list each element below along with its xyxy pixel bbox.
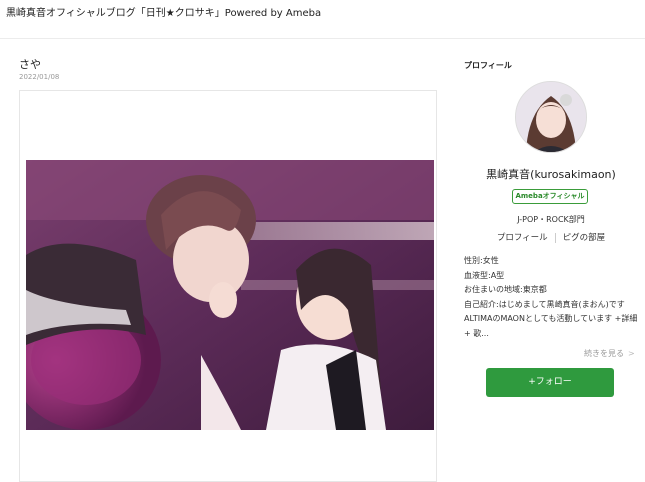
pigg-room-link[interactable]: ピグの部屋 [563,233,606,243]
entry-photo[interactable] [26,160,434,430]
profile-links: プロフィール ピグの部屋 [464,231,638,243]
genre-link[interactable]: J-POP・ROCK部門 [464,214,638,225]
link-divider [554,232,556,243]
profile-avatar[interactable] [515,81,587,153]
follow-button[interactable]: +フォロー [486,368,614,397]
read-more-link[interactable]: 続きを見る > [584,348,635,359]
blog-header: 黒崎真音オフィシャルブログ「日刊★クロサキ」Powered by Ameba [0,0,645,39]
post-date: 2022/01/08 [19,73,60,81]
profile-heading: プロフィール [464,61,512,70]
site-title[interactable]: 黒崎真音オフィシャルブログ「日刊★クロサキ」Powered by Ameba [6,4,321,19]
profile-name[interactable]: 黒崎真音(kurosakimaon) [464,166,638,182]
blood-type-text: 血液型:A型 [464,270,505,280]
post-title[interactable]: さや [19,56,41,72]
residence-text: お住まいの地域:東京都 [464,285,547,294]
chevron-right-icon: > [628,349,635,358]
gender-text: 性別:女性 [464,256,499,265]
self-intro-text: 自己紹介:はじめまして黒崎真音(まおん)です ALTIMAのMAONとしても活動… [464,299,638,338]
official-badge: Amebaオフィシャル [512,189,588,204]
profile-info: 性別:女性 血液型:A型 お住まいの地域:東京都 自己紹介:はじめまして黒崎真音… [464,254,642,341]
profile-link[interactable]: プロフィール [497,233,548,243]
read-more-label: 続きを見る [584,349,624,358]
